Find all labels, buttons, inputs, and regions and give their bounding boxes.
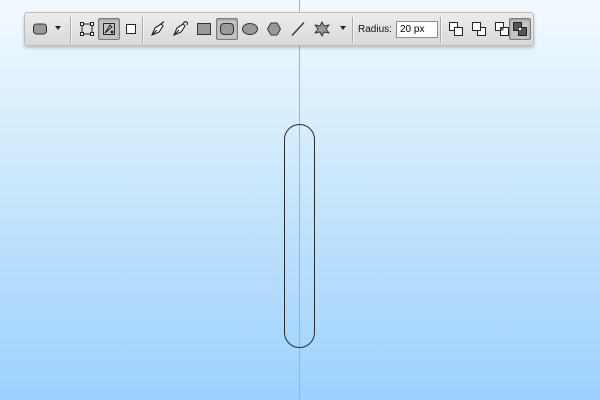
radius-label: Radius:	[358, 24, 392, 35]
polygon-tool-button[interactable]	[263, 18, 285, 40]
line-tool-icon	[291, 22, 305, 36]
rectangle-tool-button[interactable]	[193, 18, 215, 40]
custom-shape-tool-icon	[314, 21, 330, 37]
custom-shape-picker-arrow-icon[interactable]	[340, 26, 346, 30]
paths-mode-button[interactable]	[98, 18, 120, 40]
add-to-path-area-button[interactable]	[445, 18, 467, 40]
freeform-pen-tool-icon	[172, 21, 189, 37]
rectangle-tool-icon	[197, 23, 211, 35]
subtract-from-path-area-icon	[472, 22, 486, 36]
rounded-rectangle-path[interactable]	[284, 124, 315, 348]
rounded-rectangle-tool-button[interactable]	[216, 18, 238, 40]
toolbar-separator	[142, 17, 144, 43]
polygon-tool-icon	[266, 22, 282, 36]
exclude-overlapping-path-areas-icon	[513, 22, 527, 36]
freeform-pen-tool-button[interactable]	[170, 18, 192, 40]
intersect-path-areas-icon	[495, 22, 509, 36]
tool-preset-picker[interactable]	[29, 18, 51, 40]
toolbar-separator	[440, 17, 442, 43]
pen-tool-icon	[150, 21, 165, 37]
subtract-from-path-area-button[interactable]	[468, 18, 490, 40]
fill-pixels-mode-icon	[126, 24, 136, 34]
preset-picker-arrow-icon[interactable]	[55, 26, 61, 30]
shape-options-bar: Radius:	[24, 12, 534, 46]
exclude-overlapping-path-areas-button[interactable]	[509, 18, 531, 40]
toolbar-separator	[70, 17, 72, 43]
add-to-path-area-icon	[449, 22, 463, 36]
shape-layers-mode-button[interactable]	[76, 18, 98, 40]
paths-mode-icon	[103, 23, 115, 35]
fill-pixels-mode-button[interactable]	[120, 18, 142, 40]
line-tool-button[interactable]	[287, 18, 309, 40]
radius-input[interactable]	[396, 21, 438, 38]
pen-tool-button[interactable]	[147, 18, 169, 40]
ellipse-tool-icon	[242, 23, 258, 35]
rounded-rectangle-tool-icon	[220, 23, 234, 35]
rounded-rectangle-preset-icon	[33, 23, 47, 35]
custom-shape-tool-button[interactable]	[311, 18, 333, 40]
shape-layers-mode-icon	[80, 22, 94, 36]
ellipse-tool-button[interactable]	[239, 18, 261, 40]
toolbar-separator	[352, 17, 354, 43]
